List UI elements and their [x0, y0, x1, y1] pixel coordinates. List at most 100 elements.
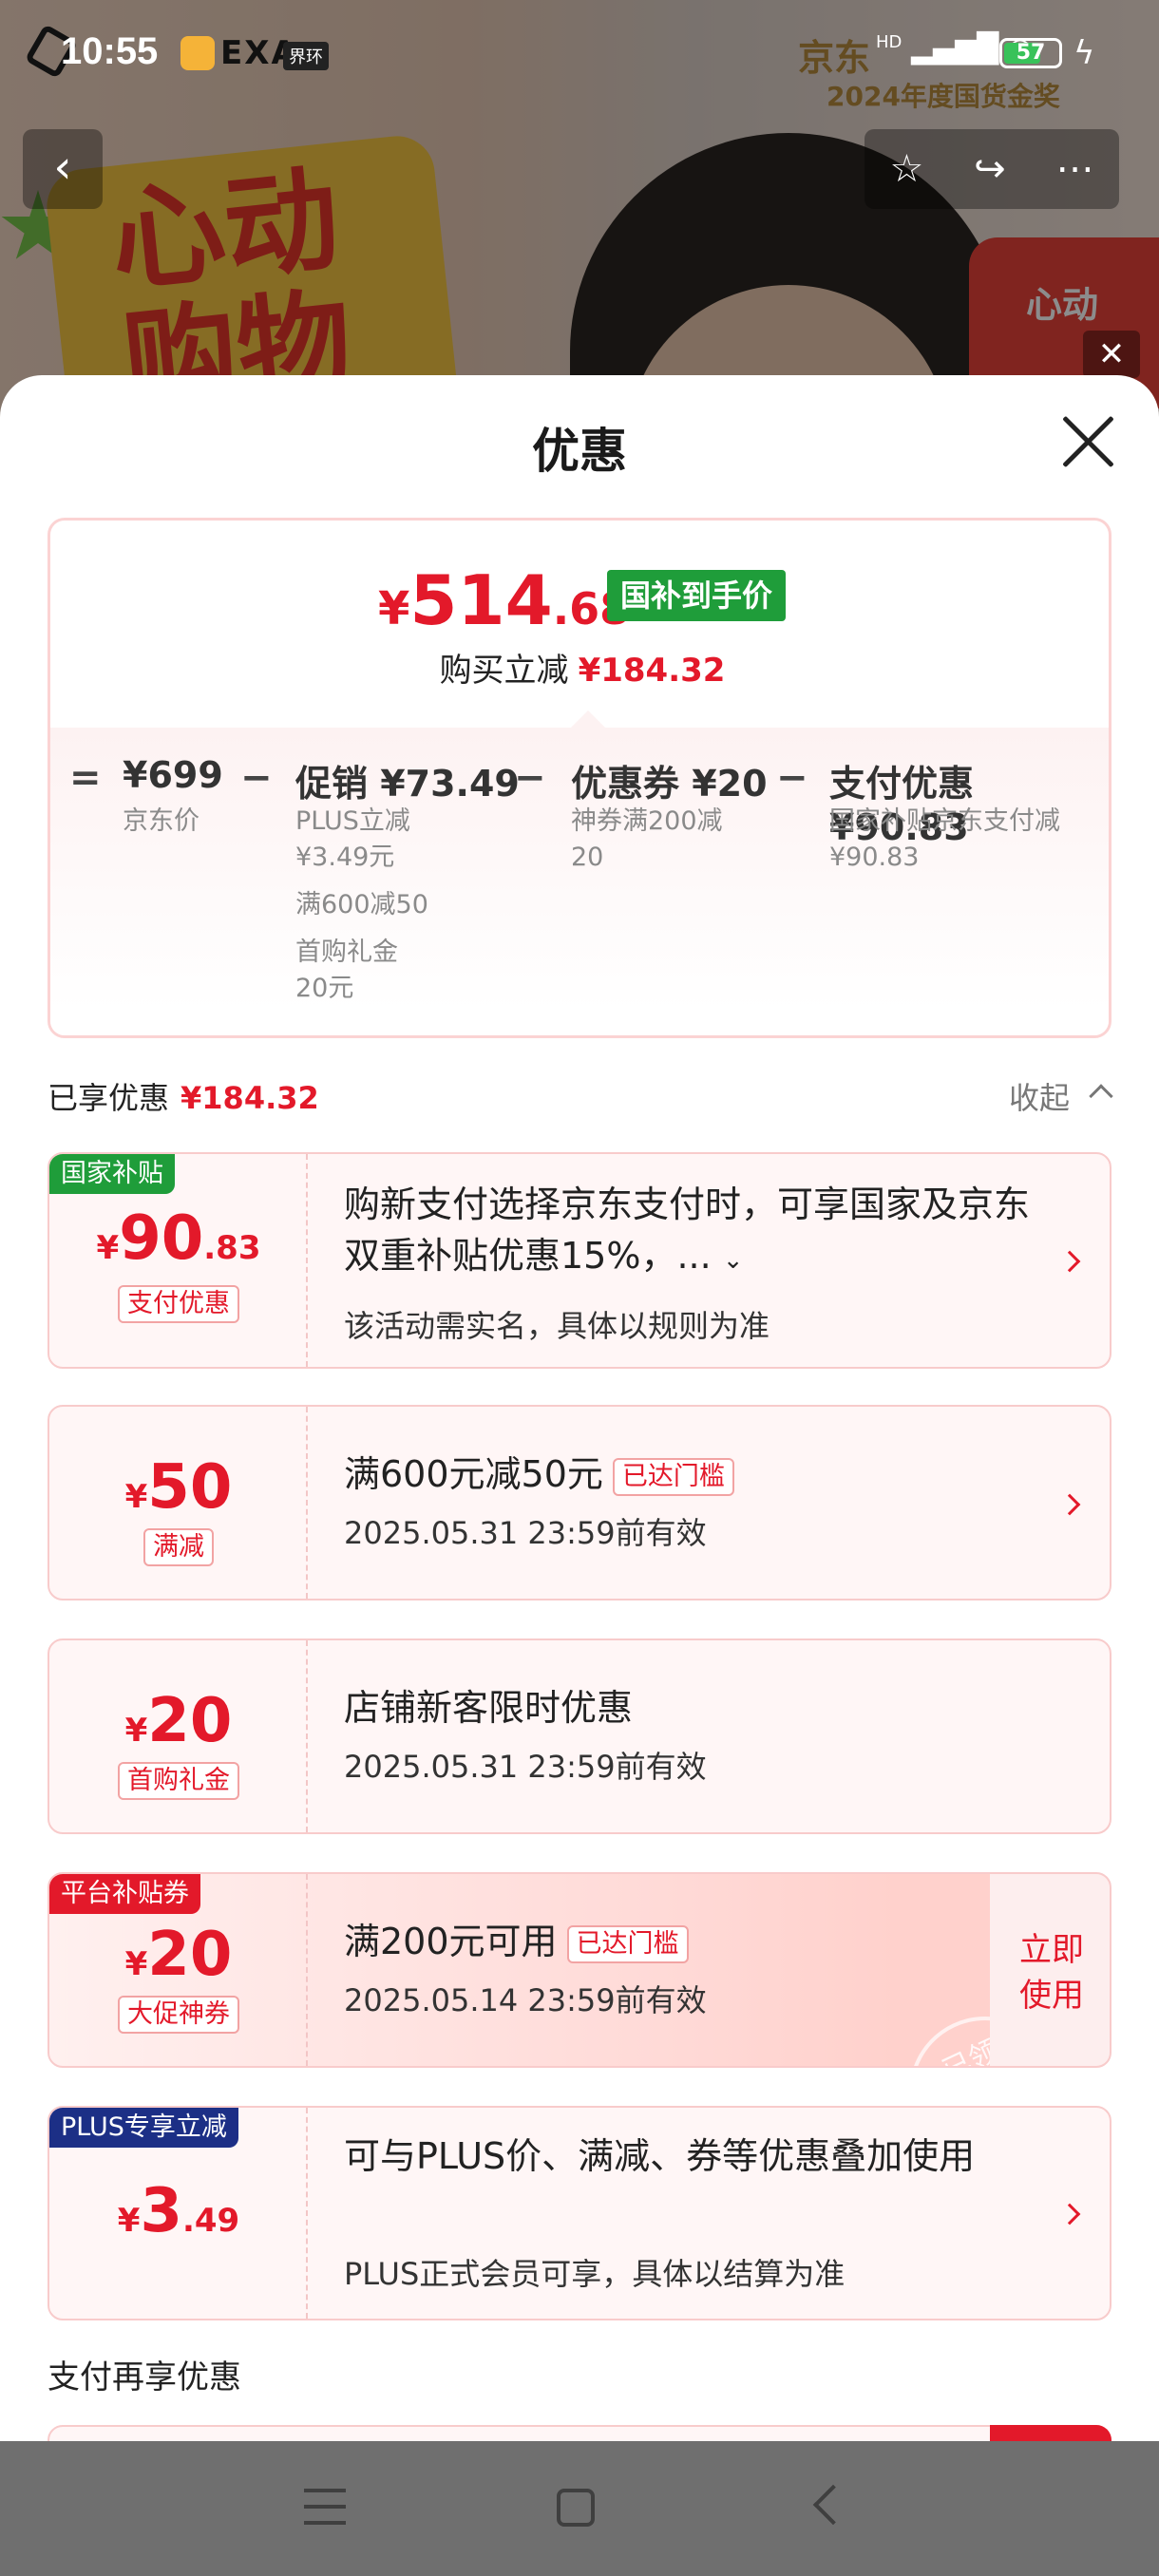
final-price-currency: ¥: [378, 582, 410, 635]
status-brand-sub: 界环: [283, 42, 329, 70]
coupon-amount-int: 50: [147, 1452, 233, 1523]
coupon-plus-member[interactable]: PLUS专享立减 ¥3.49 可与PLUS价、满减、券等优惠叠加使用 PLUS正…: [48, 2106, 1112, 2320]
coupon-badge: 首购礼金: [118, 1762, 239, 1800]
coupon-line: 20: [571, 843, 604, 872]
back-button[interactable]: ‹: [23, 129, 103, 209]
coupon-desc: 2025.05.14 23:59前有效: [344, 1982, 707, 2018]
use-now-button[interactable]: 立即使用: [990, 1874, 1110, 2066]
chevron-right-icon[interactable]: [1058, 2203, 1081, 2226]
coupon-first-purchase[interactable]: ¥20 首购礼金 店铺新客限时优惠 2025.05.31 23:59前有效: [48, 1638, 1112, 1834]
coupon-corner-tag: 平台补贴券: [49, 1874, 200, 1914]
network-type: HD: [876, 32, 902, 52]
coupon-title-text: 满200元可用: [344, 1921, 558, 1962]
final-price-int: 514: [409, 560, 553, 640]
use-now-label: 立即使用: [1019, 1931, 1084, 2015]
coupon-title: 满600元减50元 已达门槛: [344, 1449, 734, 1500]
enjoyed-label: 已享优惠: [48, 1080, 170, 1116]
coupon-platform-subsidy[interactable]: 平台补贴券 ¥20 大促神券 满200元可用 已达门槛 2025.05.14 23…: [48, 1872, 1112, 2068]
coupon-title-text: 满600元减50元: [344, 1453, 603, 1495]
coupon-desc: 2025.05.31 23:59前有效: [344, 1515, 707, 1551]
back-arrow-icon[interactable]: [812, 2484, 854, 2526]
coupon-corner-tag: 国家补贴: [49, 1154, 175, 1194]
coupon-desc: PLUS正式会员可享，具体以结算为准: [344, 2256, 846, 2292]
coupon-title: 店铺新客限时优惠: [344, 1687, 634, 1729]
enjoyed-amount: ¥184.32: [180, 1080, 319, 1116]
promo-line: ¥3.49元: [295, 843, 395, 872]
coupon-amount: ¥90.83: [49, 1203, 308, 1274]
coupon-currency: ¥: [117, 2202, 141, 2240]
coupon-amount: ¥3.49: [49, 2176, 308, 2246]
coupon-title: 购新支付选择京东支付时，可享国家及京东双重补贴优惠15%，... ⌄: [344, 1179, 1047, 1286]
coupon-title: 满200元可用 已达门槛: [344, 1916, 689, 1967]
coupon-badge: 满减: [143, 1528, 214, 1566]
coupon-corner-tag: PLUS专享立减: [49, 2108, 238, 2148]
floating-close-icon[interactable]: ✕: [1083, 331, 1140, 378]
share-icon[interactable]: ↪: [974, 147, 1006, 191]
coupon-amount-int: 20: [147, 1920, 233, 1990]
minus-sign: −: [776, 756, 808, 800]
coupon-badge: 大促神券: [118, 1996, 239, 2034]
promo-details: PLUS立减 ¥3.49元 满600减50 首购礼金 20元: [295, 804, 457, 1007]
chevron-down-icon[interactable]: ⌄: [723, 1246, 744, 1275]
final-price: ¥514.68: [378, 560, 630, 640]
coupon-full-reduction[interactable]: ¥50 满减 满600元减50元 已达门槛 2025.05.31 23:59前有效: [48, 1405, 1112, 1601]
pay-offer-card-partial[interactable]: [48, 2425, 1112, 2441]
promo-line: 20元: [295, 974, 354, 1003]
coupon-desc: 2025.05.31 23:59前有效: [344, 1749, 707, 1785]
subsidy-price-tag: 国补到手价: [607, 570, 787, 621]
threshold-reached-badge: 已达门槛: [566, 1924, 689, 1963]
total-discount-line: 购买立减 ¥184.32: [50, 644, 1109, 691]
equals-sign: =: [69, 756, 102, 800]
coupon-amount-dec: .49: [181, 2202, 240, 2240]
close-icon[interactable]: [1059, 413, 1116, 470]
pay-line: 国家补贴京东支付减: [829, 806, 1060, 836]
coupon-line: 神券满200减: [571, 806, 723, 836]
promo-line: 满600减50: [295, 890, 428, 919]
charging-icon: ϟ: [1074, 34, 1095, 72]
threshold-reached-badge: 已达门槛: [612, 1457, 734, 1496]
pay-offer-action-partial[interactable]: [990, 2425, 1112, 2441]
pay-discount-details: 国家补贴京东支付减 ¥90.83: [829, 804, 1105, 876]
promo-line: PLUS立减: [295, 806, 410, 836]
coupon-currency: ¥: [124, 1945, 148, 1983]
coupon-national-subsidy[interactable]: 国家补贴 ¥90.83 支付优惠 购新支付选择京东支付时，可享国家及京东双重补贴…: [48, 1152, 1112, 1369]
minus-sign: −: [514, 756, 546, 800]
coupon-title: 可与PLUS价、满减、券等优惠叠加使用: [344, 2135, 976, 2177]
chevron-right-icon[interactable]: [1058, 1493, 1081, 1516]
discount-sheet: 优惠 ¥514.68 国补到手价 购买立减 ¥184.32 = ¥699 京东价 …: [0, 375, 1159, 2441]
coupon-amount-int: 3: [140, 2176, 182, 2246]
pay-line: ¥90.83: [829, 843, 920, 872]
coupon-amount: 优惠券 ¥20: [571, 763, 768, 805]
promo-amount: 促销 ¥73.49: [295, 763, 520, 805]
status-bar: 10:55 EXA 界环 HD ▂▄▆█ ◠ 57 ϟ: [0, 0, 1159, 104]
coupon-details: 神券满200减 20: [571, 804, 761, 876]
promo-line: 首购礼金: [295, 938, 398, 967]
coupon-amount-int: 20: [147, 1686, 233, 1756]
notification-app-icon: [180, 36, 215, 70]
recent-apps-icon[interactable]: [304, 2489, 346, 2525]
base-price: ¥699: [123, 754, 223, 796]
system-nav-bar: [0, 2441, 1159, 2576]
coupon-amount: ¥50: [49, 1452, 308, 1523]
favorite-star-icon[interactable]: ☆: [889, 147, 923, 191]
chevron-up-icon[interactable]: [1089, 1084, 1113, 1108]
battery-icon: 57: [999, 38, 1062, 68]
coupon-amount: ¥20: [49, 1686, 308, 1756]
status-time: 10:55: [61, 30, 159, 72]
coupon-amount-dec: .83: [203, 1229, 261, 1267]
coupon-badge: 支付优惠: [118, 1285, 239, 1323]
coupon-currency: ¥: [124, 1712, 148, 1750]
coupon-desc: 该活动需实名，具体以规则为准: [344, 1308, 770, 1344]
coupon-amount: ¥20: [49, 1920, 308, 1990]
minus-sign: −: [240, 756, 273, 800]
coupon-amount-int: 90: [119, 1203, 204, 1274]
chevron-right-icon[interactable]: [1058, 1250, 1081, 1273]
pay-more-heading: 支付再享优惠: [48, 2358, 241, 2396]
home-icon[interactable]: [557, 2489, 595, 2527]
coupon-title-text: 购新支付选择京东支付时，可享国家及京东双重补贴优惠15%，...: [344, 1184, 1031, 1277]
battery-level: 57: [1016, 41, 1046, 65]
total-discount-amount: ¥184.32: [578, 652, 726, 690]
collapse-button[interactable]: 收起: [1009, 1074, 1070, 1118]
more-icon[interactable]: ⋯: [1056, 147, 1094, 191]
summary-notch: [571, 710, 605, 728]
